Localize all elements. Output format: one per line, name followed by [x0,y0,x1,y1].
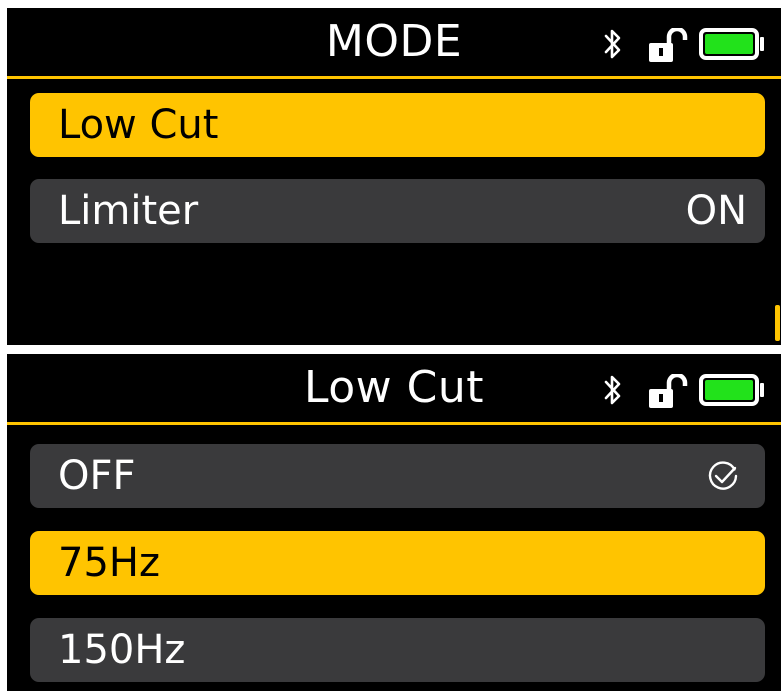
menu-item-value: ON [685,188,747,234]
bluetooth-icon [604,375,621,405]
low-cut-screen: Low Cut OFF 75Hz 150Hz [7,354,781,691]
unlock-icon [649,374,688,408]
status-bar [602,372,781,408]
option-off[interactable]: OFF [30,444,765,508]
option-label: 75Hz [58,540,160,586]
mode-menu-screen: MODE Low Cut Limiter ON [7,8,781,345]
battery-icon [699,28,764,60]
scroll-indicator [775,305,780,341]
checkmark-circle-icon [708,461,738,490]
title-bar: MODE [7,8,781,76]
option-75hz[interactable]: 75Hz [30,531,765,595]
title-bar: Low Cut [7,354,781,422]
unlock-icon [649,28,688,62]
option-label: OFF [58,453,136,499]
title-divider [7,76,781,79]
menu-item-limiter[interactable]: Limiter ON [30,179,765,243]
status-bar [602,26,781,62]
menu-item-label: Limiter [58,188,199,234]
menu-item-low-cut[interactable]: Low Cut [30,93,765,157]
battery-icon [699,374,764,406]
bluetooth-icon [604,29,621,59]
option-label: 150Hz [58,627,186,673]
title-divider [7,422,781,425]
option-150hz[interactable]: 150Hz [30,618,765,682]
menu-item-label: Low Cut [58,102,219,148]
